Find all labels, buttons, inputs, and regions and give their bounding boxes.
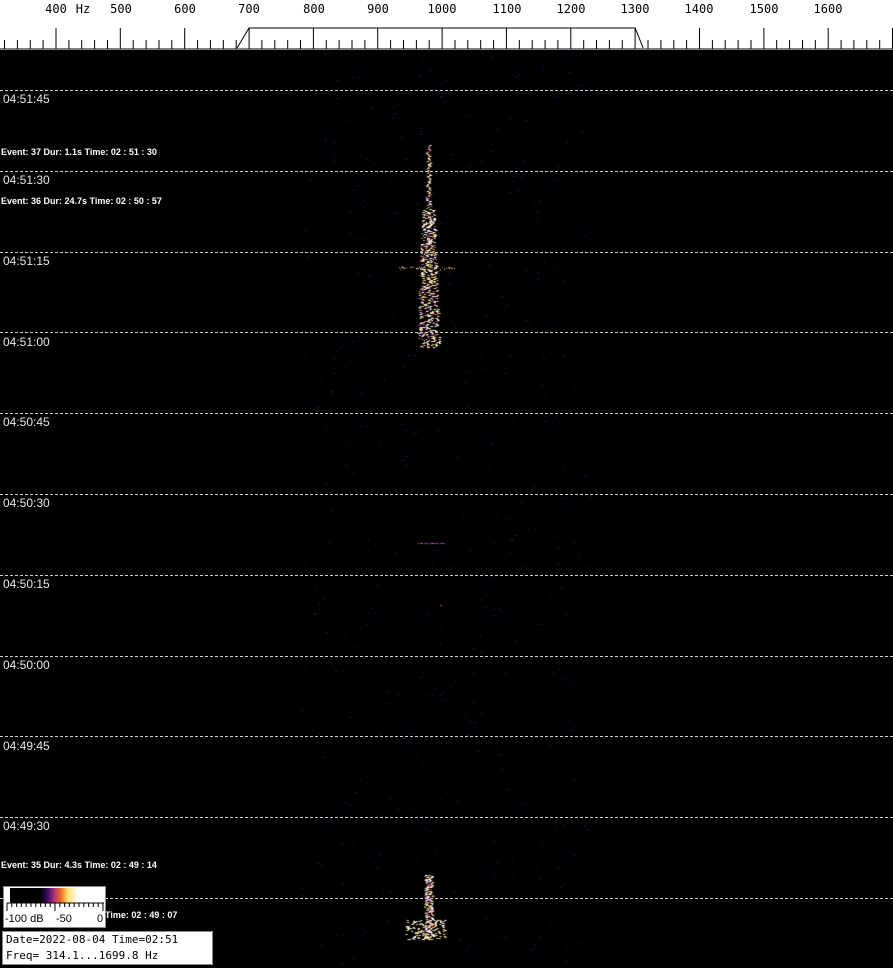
event-label: Time: 02 : 49 : 07 [105,910,178,920]
time-gridline [0,413,893,414]
freq-tick-label: 500 [110,2,132,16]
time-label: 04:49:45 [3,739,50,753]
spectrogram: 04:51:45 04:51:30 04:51:15 04:51:00 04:5… [0,50,893,968]
freq-unit-label: Hz [75,2,91,16]
freq-tick-label: 1500 [749,2,779,16]
time-label: 04:50:00 [3,658,50,672]
event-label: Event: 36 Dur: 24.7s Time: 02 : 50 : 57 [1,196,162,206]
time-label: 04:51:45 [3,92,50,106]
freq-tick-label: 900 [367,2,389,16]
freq-tick-label: 1300 [620,2,650,16]
info-box: Date=2022-08-04 Time=02:51 Freq= 314.1..… [2,931,213,965]
time-gridline [0,656,893,657]
time-label: 04:51:00 [3,335,50,349]
legend-min-label: -100 dB [5,913,44,925]
color-scale-legend: -100 dB -50 0 [3,886,106,928]
time-gridline [0,575,893,576]
time-label: 04:51:30 [3,173,50,187]
time-label: 04:49:30 [3,819,50,833]
time-gridline [0,332,893,333]
legend-mid-label: -50 [56,913,72,925]
spectrogram-signal [0,50,893,968]
time-gridline [0,898,893,899]
freq-tick-label: 1400 [684,2,714,16]
freq-tick-label: 400 [45,2,67,16]
time-gridline [0,817,893,818]
freq-tick-label: 700 [238,2,260,16]
color-gradient-bar [10,888,78,903]
time-gridline [0,90,893,91]
frequency-scale: 400 Hz 500 600 700 800 900 1000 1100 120… [0,0,893,50]
legend-max-label: 0 [97,913,104,925]
freq-tick-label: 800 [303,2,325,16]
freq-tick-label: 1200 [556,2,586,16]
freq-tick-label: 1600 [813,2,843,16]
info-frequency-range: Freq= 314.1...1699.8 Hz [6,949,159,962]
time-gridline [0,171,893,172]
time-label: 04:50:30 [3,496,50,510]
freq-tick-label: 600 [174,2,196,16]
time-label: 04:50:45 [3,415,50,429]
event-label: Event: 35 Dur: 4.3s Time: 02 : 49 : 14 [1,860,157,870]
time-label: 04:51:15 [3,254,50,268]
time-label: 04:50:15 [3,577,50,591]
freq-tick-label: 1100 [492,2,522,16]
time-gridline [0,494,893,495]
time-gridline [0,252,893,253]
freq-tick-label: 1000 [427,2,457,16]
event-label: Event: 37 Dur: 1.1s Time: 02 : 51 : 30 [1,147,157,157]
info-date-time: Date=2022-08-04 Time=02:51 [6,933,179,946]
time-gridline [0,736,893,737]
